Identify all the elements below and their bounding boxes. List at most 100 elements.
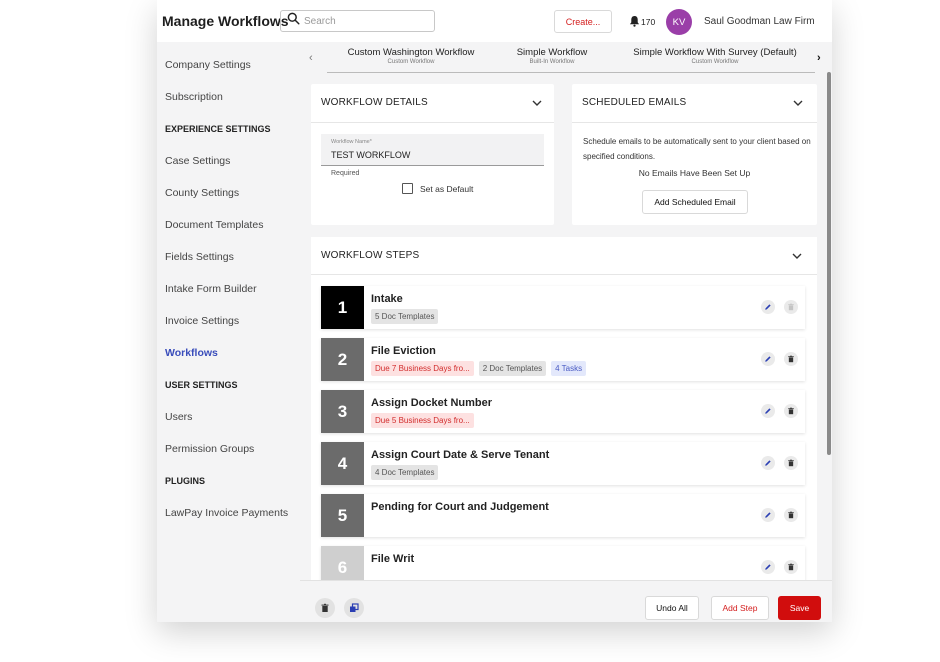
required-hint: Required — [331, 170, 360, 177]
undo-all-button[interactable]: Undo All — [645, 596, 699, 620]
delete-icon[interactable] — [784, 560, 798, 574]
bottom-action-bar: Undo All Add Step Save — [300, 580, 832, 622]
workflow-step[interactable]: 2 File Eviction Due 7 Business Days fro.… — [321, 338, 805, 381]
sidebar-item-case-settings[interactable]: Case Settings — [165, 155, 230, 167]
trash-icon[interactable] — [315, 598, 335, 618]
workflow-step[interactable]: 6 File Writ — [321, 546, 805, 580]
step-title: File Writ — [371, 553, 415, 565]
add-scheduled-email-button[interactable]: Add Scheduled Email — [642, 190, 748, 214]
tab-title: Simple Workflow — [516, 47, 588, 58]
sidebar-item-county-settings[interactable]: County Settings — [165, 187, 239, 199]
chevron-down-icon[interactable] — [792, 96, 804, 108]
scheduled-emails-heading: SCHEDULED EMAILS — [582, 97, 687, 108]
card-divider — [311, 274, 817, 275]
delete-icon[interactable] — [784, 456, 798, 470]
workflow-step[interactable]: 5 Pending for Court and Judgement — [321, 494, 805, 537]
workflow-name-value[interactable]: TEST WORKFLOW — [331, 150, 410, 160]
workflow-details-card: WORKFLOW DETAILS Workflow Name* TEST WOR… — [311, 84, 554, 225]
sidebar-heading-user-settings: USER SETTINGS — [165, 380, 238, 390]
top-bar: Manage Workflows Create... 170 KV Saul G… — [157, 0, 832, 42]
step-chips: Due 5 Business Days fro... — [371, 413, 474, 428]
sidebar-item-document-templates[interactable]: Document Templates — [165, 219, 263, 231]
set-default-label[interactable]: Set as Default — [420, 184, 473, 194]
step-title: Assign Court Date & Serve Tenant — [371, 449, 550, 461]
step-title: File Eviction — [371, 345, 436, 357]
edit-icon[interactable] — [761, 300, 775, 314]
doc-templates-badge: 5 Doc Templates — [371, 309, 439, 324]
workflow-step[interactable]: 3 Assign Docket Number Due 5 Business Da… — [321, 390, 805, 433]
sidebar-item-invoice-settings[interactable]: Invoice Settings — [165, 315, 239, 327]
search-icon — [287, 12, 300, 30]
doc-templates-badge: 4 Doc Templates — [371, 465, 439, 480]
sidebar-heading-experience-settings: EXPERIENCE SETTINGS — [165, 124, 271, 134]
chevron-left-icon[interactable]: ‹ — [309, 52, 313, 64]
notification-count: 170 — [641, 17, 656, 27]
tab-title: Custom Washington Workflow — [347, 47, 475, 58]
search-box[interactable] — [280, 10, 435, 32]
delete-icon[interactable] — [784, 508, 798, 522]
sidebar-item-workflows[interactable]: Workflows — [165, 347, 218, 359]
step-chips: 4 Doc Templates — [371, 465, 439, 480]
workflow-tabs: ‹ Custom Washington Workflow Custom Work… — [300, 42, 832, 73]
sidebar-item-users[interactable]: Users — [165, 411, 192, 423]
workflow-step[interactable]: 1 Intake 5 Doc Templates — [321, 286, 805, 329]
create-button[interactable]: Create... — [554, 10, 612, 33]
avatar[interactable]: KV — [666, 9, 692, 35]
notifications[interactable]: 170 — [628, 15, 655, 29]
sidebar-item-lawpay-invoice-payments[interactable]: LawPay Invoice Payments — [165, 507, 288, 519]
sidebar-item-company-settings[interactable]: Company Settings — [165, 59, 251, 71]
duplicate-icon[interactable] — [344, 598, 364, 618]
sidebar-item-intake-form-builder[interactable]: Intake Form Builder — [165, 283, 257, 295]
step-title: Intake — [371, 293, 403, 305]
scheduled-emails-empty: No Emails Have Been Set Up — [638, 168, 751, 178]
edit-icon[interactable] — [761, 404, 775, 418]
edit-icon[interactable] — [761, 508, 775, 522]
chevron-down-icon[interactable] — [791, 249, 803, 261]
delete-icon[interactable] — [784, 404, 798, 418]
sidebar: Company Settings Subscription EXPERIENCE… — [157, 42, 300, 622]
firm-name[interactable]: Saul Goodman Law Firm — [704, 16, 815, 27]
scheduled-emails-description: Schedule emails to be automatically sent… — [583, 137, 811, 161]
step-number: 5 — [321, 494, 364, 537]
step-chips: 5 Doc Templates — [371, 309, 439, 324]
tab-simple-workflow-with-survey[interactable]: Simple Workflow With Survey (Default) Cu… — [620, 47, 810, 65]
main-content: ‹ Custom Washington Workflow Custom Work… — [300, 42, 832, 580]
sidebar-item-subscription[interactable]: Subscription — [165, 91, 223, 103]
app-window: Manage Workflows Create... 170 KV Saul G… — [157, 0, 832, 622]
tab-title: Simple Workflow With Survey (Default) — [633, 47, 797, 58]
scheduled-emails-card: SCHEDULED EMAILS Schedule emails to be a… — [572, 84, 817, 225]
delete-icon[interactable] — [784, 300, 798, 314]
tab-custom-washington-workflow[interactable]: Custom Washington Workflow Custom Workfl… — [340, 47, 482, 65]
tab-subtitle: Custom Workflow — [387, 59, 435, 65]
edit-icon[interactable] — [761, 456, 775, 470]
scrollbar[interactable] — [827, 72, 831, 455]
workflow-steps-heading: WORKFLOW STEPS — [321, 250, 420, 261]
chevron-right-icon[interactable]: › — [817, 52, 821, 64]
due-date-badge: Due 5 Business Days fro... — [371, 413, 474, 428]
search-input[interactable] — [304, 15, 424, 27]
bell-icon[interactable] — [629, 15, 640, 29]
card-divider — [572, 122, 817, 123]
step-number: 6 — [321, 546, 364, 580]
step-number: 2 — [321, 338, 364, 381]
tab-subtitle: Built-In Workflow — [529, 59, 575, 65]
workflow-details-heading: WORKFLOW DETAILS — [321, 97, 428, 108]
due-date-badge: Due 7 Business Days fro... — [371, 361, 474, 376]
tasks-badge: 4 Tasks — [551, 361, 587, 376]
workflow-step[interactable]: 4 Assign Court Date & Serve Tenant 4 Doc… — [321, 442, 805, 485]
sidebar-item-fields-settings[interactable]: Fields Settings — [165, 251, 234, 263]
page-title: Manage Workflows — [162, 13, 289, 29]
workflow-name-field[interactable]: Workflow Name* TEST WORKFLOW — [321, 134, 544, 166]
step-title: Pending for Court and Judgement — [371, 501, 549, 513]
add-step-button[interactable]: Add Step — [711, 596, 769, 620]
sidebar-item-permission-groups[interactable]: Permission Groups — [165, 443, 254, 455]
tab-divider — [327, 72, 815, 73]
step-number: 3 — [321, 390, 364, 433]
edit-icon[interactable] — [761, 560, 775, 574]
tab-simple-workflow[interactable]: Simple Workflow Built-In Workflow — [504, 47, 600, 65]
edit-icon[interactable] — [761, 352, 775, 366]
delete-icon[interactable] — [784, 352, 798, 366]
chevron-down-icon[interactable] — [531, 96, 543, 108]
set-default-checkbox[interactable] — [402, 183, 413, 194]
save-button[interactable]: Save — [778, 596, 821, 620]
